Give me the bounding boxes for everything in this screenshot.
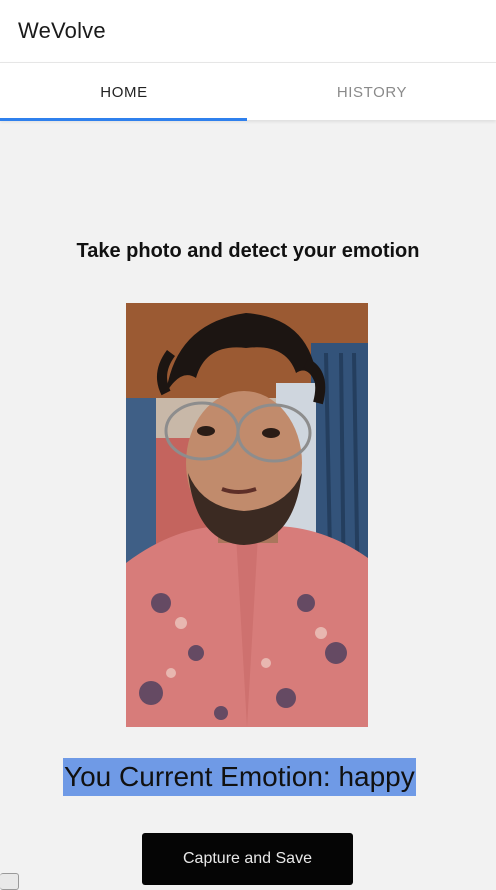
active-tab-indicator bbox=[0, 118, 247, 121]
capture-button-label: Capture and Save bbox=[183, 850, 312, 867]
page-heading: Take photo and detect your emotion bbox=[76, 240, 420, 262]
emotion-label: You Current Emotion: bbox=[64, 761, 339, 792]
capture-and-save-button[interactable]: Capture and Save bbox=[142, 833, 353, 885]
tab-history[interactable]: HISTORY bbox=[248, 63, 496, 121]
tab-home[interactable]: HOME bbox=[0, 63, 248, 121]
edge-handle[interactable] bbox=[0, 873, 19, 890]
tab-home-label: HOME bbox=[100, 83, 148, 101]
tab-history-label: HISTORY bbox=[336, 83, 408, 101]
app-bar: WeVolve bbox=[0, 0, 496, 62]
tab-bar: HOME HISTORY bbox=[0, 62, 496, 121]
emotion-value: happy bbox=[338, 761, 415, 792]
emotion-result: You Current Emotion: happy bbox=[63, 758, 416, 796]
app-title: WeVolve bbox=[18, 18, 106, 43]
captured-photo bbox=[126, 303, 368, 727]
